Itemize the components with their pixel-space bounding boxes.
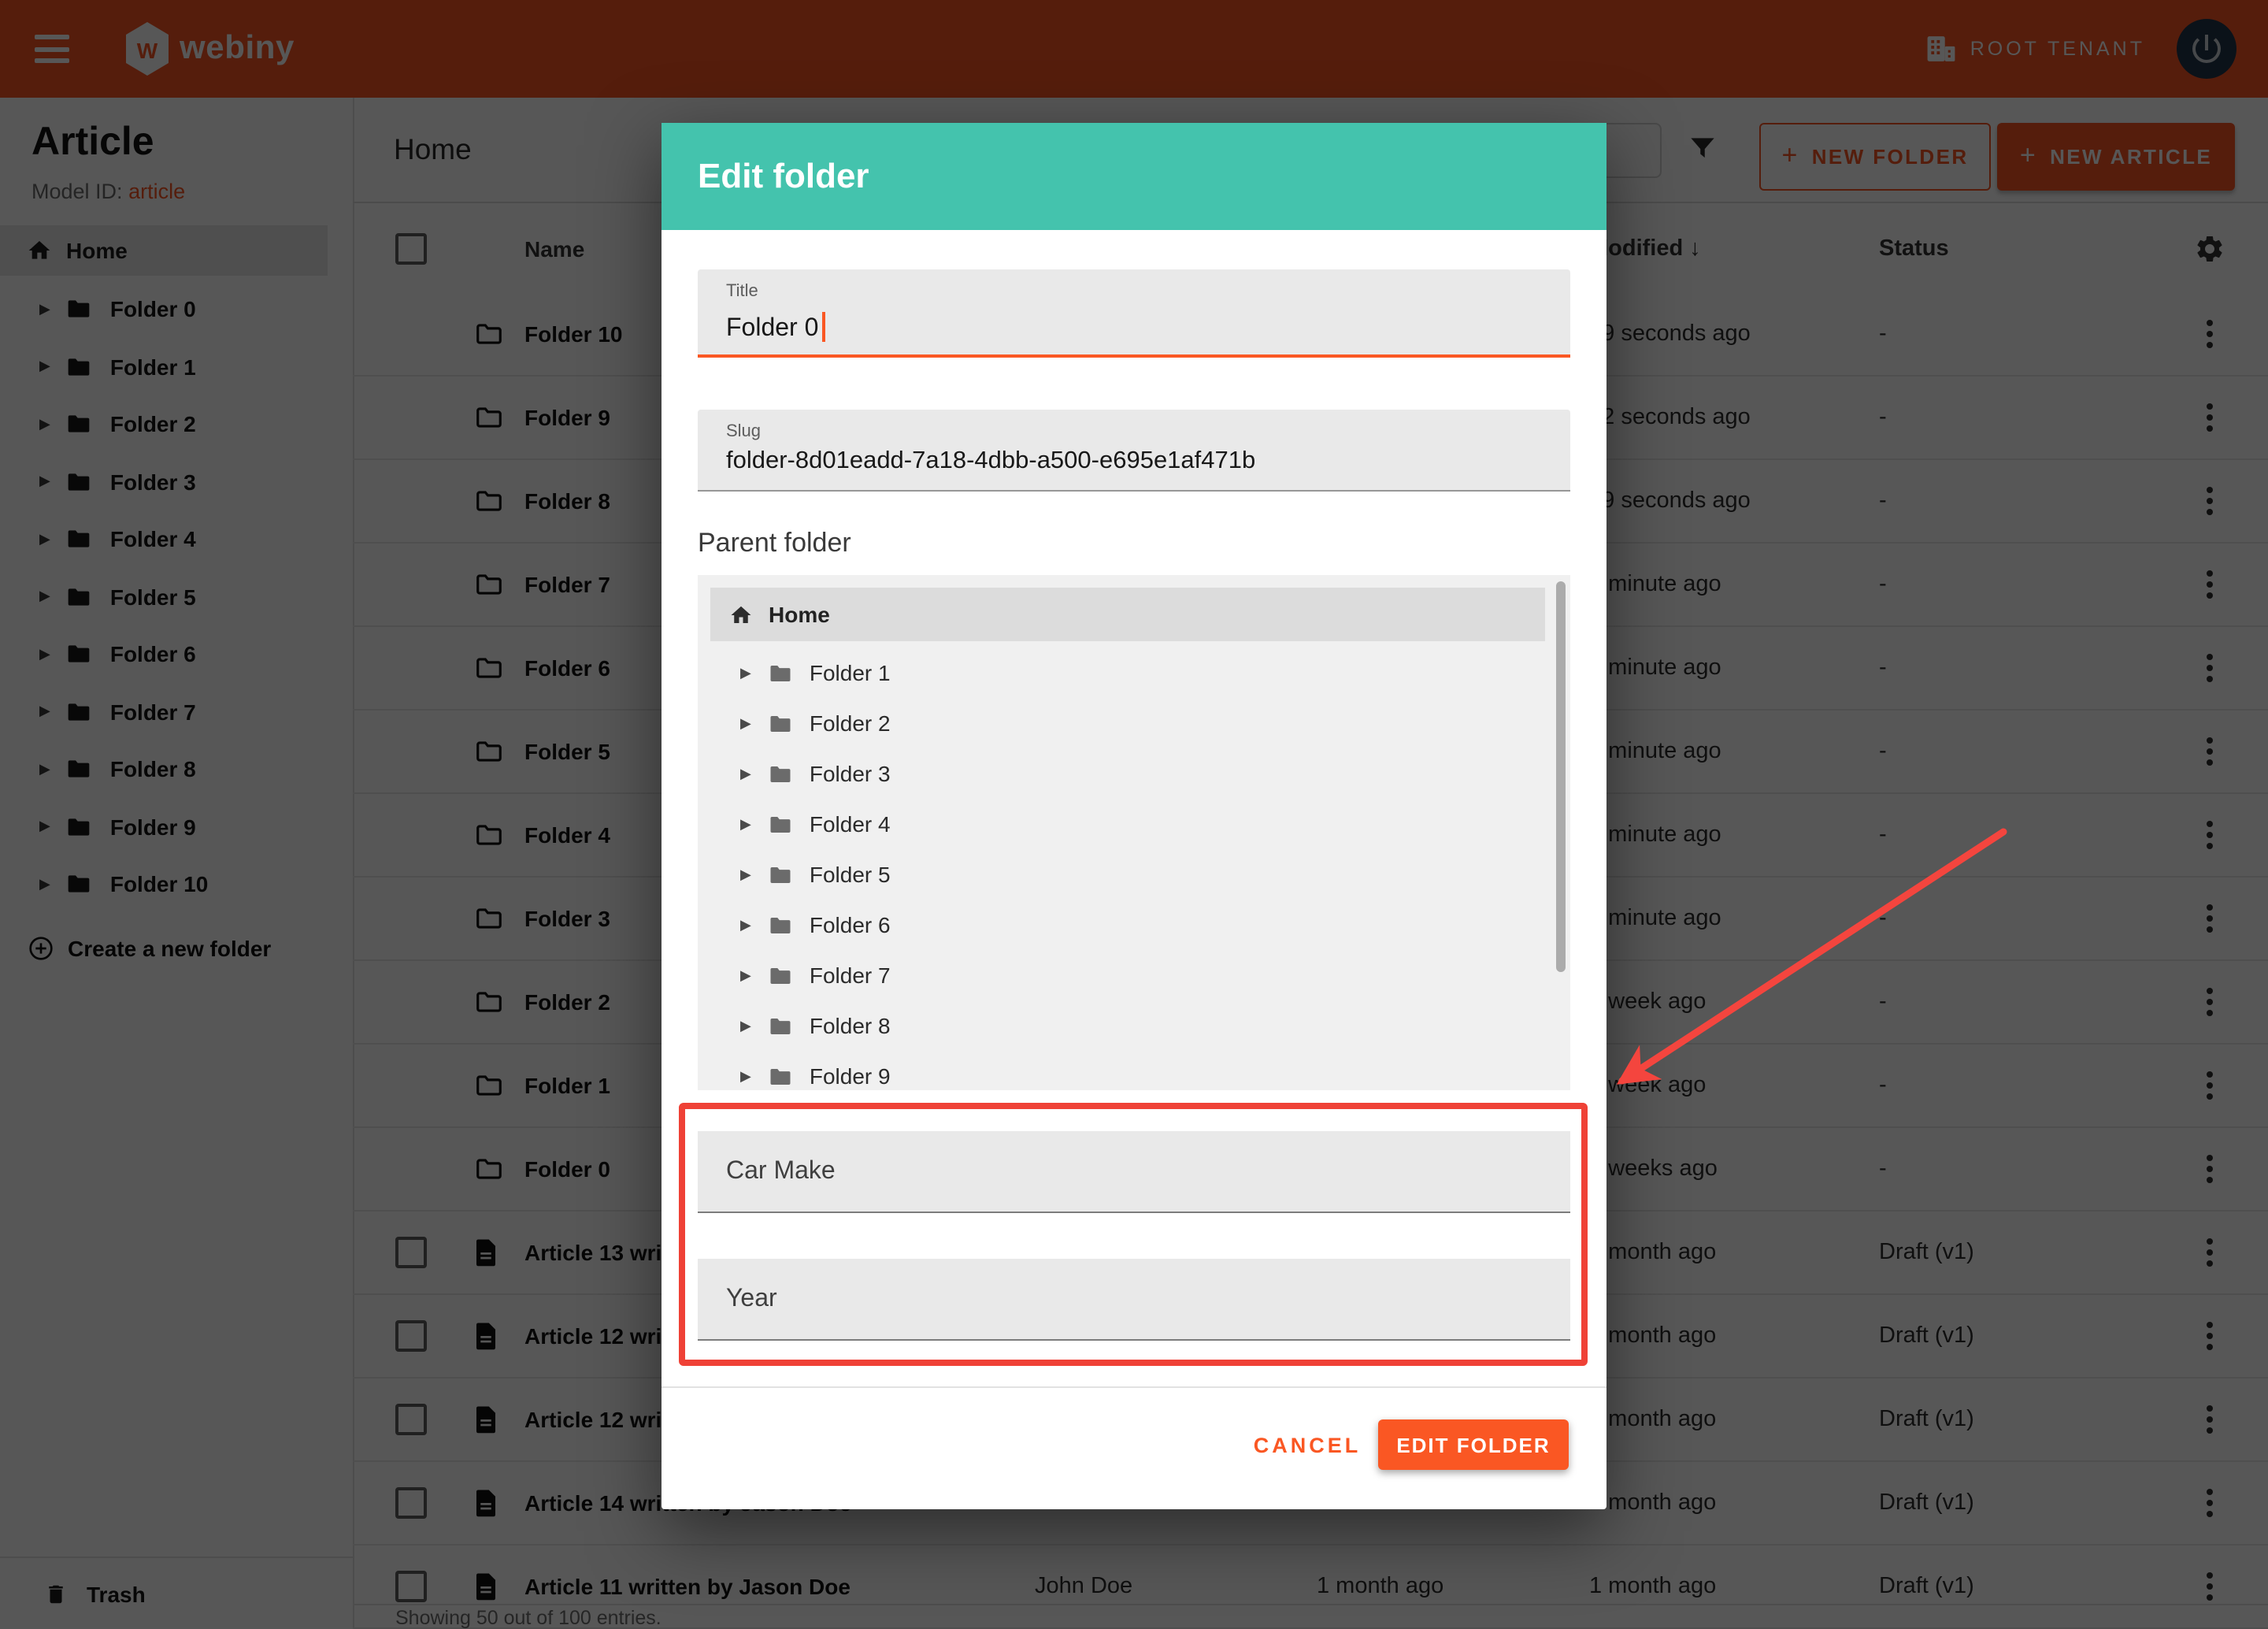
slug-field-label: Slug [726,422,761,441]
tree-item-home[interactable]: Home [710,588,1545,641]
dialog-header: Edit folder [662,123,1606,230]
folder-icon [769,1015,792,1036]
folder-name: Folder 2 [810,711,891,736]
folder-icon [769,965,792,985]
dialog-footer-divider [662,1386,1606,1388]
dialog-title: Edit folder [698,156,869,197]
tree-scrollbar-thumb[interactable] [1556,581,1566,972]
folder-name: Folder 5 [810,862,891,887]
tree-folder-item[interactable]: ▶ Folder 7 [698,950,1570,1000]
folder-name: Folder 4 [810,811,891,837]
slug-field-value: folder-8d01eadd-7a18-4dbb-a500-e695e1af4… [726,447,1255,476]
folder-icon [769,864,792,885]
title-field-label: Title [726,282,758,301]
folder-icon [769,814,792,834]
tree-folder-item[interactable]: ▶ Folder 5 [698,849,1570,900]
caret-right-icon[interactable]: ▶ [740,765,751,782]
caret-right-icon[interactable]: ▶ [740,664,751,681]
tree-folder-item[interactable]: ▶ Folder 2 [698,698,1570,748]
caret-right-icon[interactable]: ▶ [740,866,751,883]
folder-name: Folder 6 [810,912,891,937]
slug-field[interactable]: Slug folder-8d01eadd-7a18-4dbb-a500-e695… [698,410,1570,492]
folder-icon [769,662,792,683]
folder-icon [769,713,792,733]
caret-right-icon[interactable]: ▶ [740,815,751,833]
year-field-label: Year [726,1285,777,1313]
folder-name: Folder 1 [810,660,891,685]
caret-right-icon[interactable]: ▶ [740,1017,751,1034]
tree-folder-item[interactable]: ▶ Folder 1 [698,648,1570,698]
tree-folder-item[interactable]: ▶ Folder 4 [698,799,1570,849]
folder-name: Folder 8 [810,1013,891,1038]
edit-folder-dialog: Edit folder Title Folder 0 Slug folder-8… [662,123,1606,1509]
text-cursor [821,312,825,342]
home-icon [729,603,753,626]
cancel-button[interactable]: CANCEL [1221,1416,1394,1473]
title-field-value: Folder 0 [726,315,818,342]
tree-folder-item[interactable]: ▶ Folder 6 [698,900,1570,950]
folder-icon [769,915,792,935]
title-field[interactable]: Title Folder 0 [698,269,1570,358]
caret-right-icon[interactable]: ▶ [740,916,751,933]
caret-right-icon[interactable]: ▶ [740,1067,751,1085]
caret-right-icon[interactable]: ▶ [740,714,751,732]
car-make-field[interactable]: Car Make [698,1131,1570,1213]
tree-folder-item[interactable]: ▶ Folder 3 [698,748,1570,799]
folder-name: Folder 3 [810,761,891,786]
tree-folder-item[interactable]: ▶ Folder 8 [698,1000,1570,1051]
folder-name: Folder 7 [810,963,891,988]
folder-name: Folder 9 [810,1063,891,1089]
parent-folder-tree: Home ▶ Folder 1 ▶ Folder 2 ▶ Folder 3 ▶ … [698,575,1570,1090]
folder-icon [769,763,792,784]
caret-right-icon[interactable]: ▶ [740,967,751,984]
folder-icon [769,1066,792,1086]
tree-folder-item[interactable]: ▶ Folder 9 [698,1051,1570,1090]
year-field[interactable]: Year [698,1259,1570,1341]
edit-folder-submit-button[interactable]: EDIT FOLDER [1378,1419,1569,1470]
parent-folder-label: Parent folder [698,528,851,559]
car-make-field-label: Car Make [726,1157,836,1186]
